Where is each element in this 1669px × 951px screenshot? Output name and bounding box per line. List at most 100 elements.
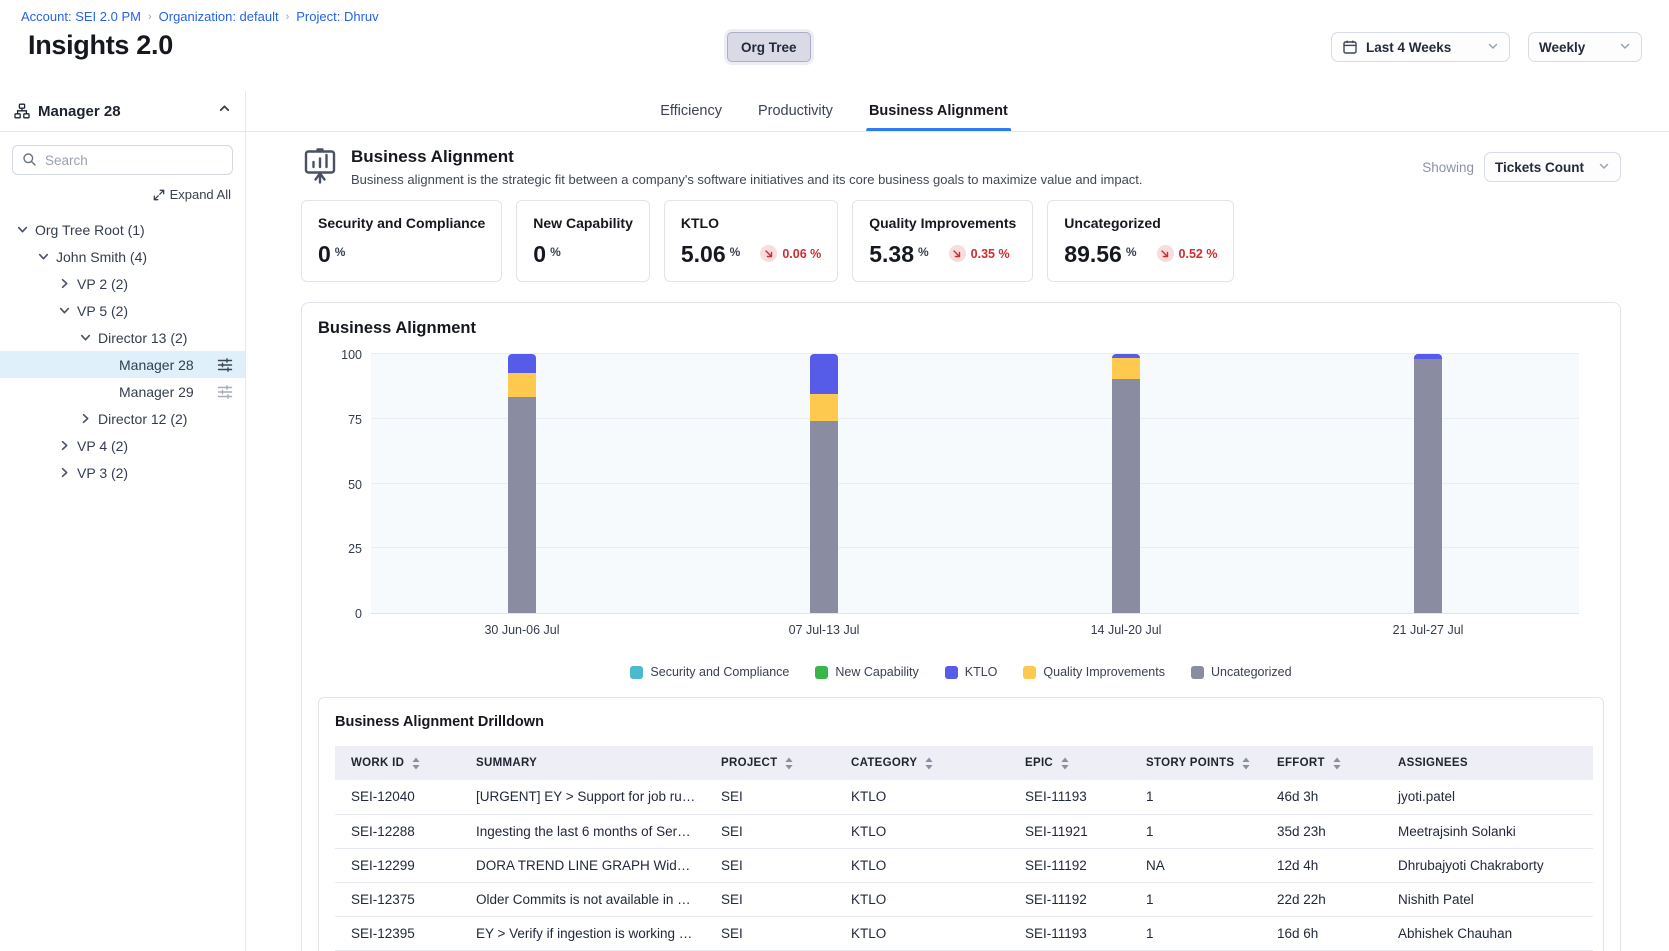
column-header-inner: EPIC [1025, 757, 1122, 770]
gridline [371, 547, 1579, 548]
column-header-label: SUMMARY [476, 757, 537, 769]
chevron-down-icon[interactable] [35, 249, 51, 265]
chevron-up-icon[interactable] [218, 102, 231, 120]
metric-delta-badge: 0.06 % [760, 242, 821, 262]
sort-icon [1060, 757, 1070, 770]
tab-productivity[interactable]: Productivity [755, 91, 836, 131]
tree-item-manager-29[interactable]: Manager 29 [0, 378, 245, 405]
tree-item-label: VP 2 (2) [77, 276, 128, 292]
table-cell: Older Commits is not available in SEI - … [460, 882, 705, 916]
filter-sliders-icon[interactable] [217, 357, 233, 373]
bar-segment-ktlo [1112, 354, 1140, 358]
table-cell: KTLO [835, 780, 1009, 814]
tree-item-label: VP 3 (2) [77, 465, 128, 481]
table-cell: SEI-12375 [335, 882, 460, 916]
x-axis-tick-label: 14 Jul-20 Jul [1091, 623, 1162, 637]
column-header-work-id[interactable]: WORK ID [335, 746, 460, 780]
org-hierarchy-icon [14, 103, 30, 119]
metric-value: 5.06 [681, 242, 726, 266]
tree-item-manager-28[interactable]: Manager 28 [0, 351, 245, 378]
legend-item-quality-improvements: Quality Improvements [1023, 665, 1165, 679]
table-cell: SEI-11921 [1009, 814, 1130, 848]
table-cell: 1 [1130, 916, 1261, 950]
legend-swatch [815, 666, 828, 679]
column-header-label: WORK ID [351, 757, 404, 769]
table-header-row: WORK ID SUMMARY PROJECT CATEGORY EPIC STORY P… [335, 746, 1593, 780]
gridline [371, 353, 1579, 354]
bar-segment-quality-improvements [508, 373, 536, 396]
date-range-select[interactable]: Last 4 Weeks [1331, 32, 1510, 62]
y-axis-tick-label: 75 [322, 413, 362, 427]
metric-card-value-row: 0% [533, 242, 633, 266]
table-cell: Dhrubajyoti Chakraborty [1382, 848, 1593, 882]
breadcrumb-link[interactable]: Organization: default [159, 9, 279, 24]
expand-all-button[interactable]: Expand All [0, 175, 245, 208]
tree-item-vp-2-2-[interactable]: VP 2 (2) [0, 270, 245, 297]
bar-segment-ktlo [810, 354, 838, 394]
chevron-down-icon[interactable] [14, 222, 30, 238]
column-header-label: PROJECT [721, 757, 777, 769]
metric-unit: % [918, 242, 929, 259]
tab-business-alignment[interactable]: Business Alignment [866, 91, 1011, 131]
table-cell: jyoti.patel [1382, 780, 1593, 814]
chevron-right-icon[interactable] [56, 465, 72, 481]
column-header-epic[interactable]: EPIC [1009, 746, 1130, 780]
tree-indent [98, 357, 114, 373]
tree-item-vp-5-2-[interactable]: VP 5 (2) [0, 297, 245, 324]
column-header-label: STORY POINTS [1146, 757, 1234, 769]
table-cell: 1 [1130, 814, 1261, 848]
table-cell: KTLO [835, 848, 1009, 882]
tree-item-vp-4-2-[interactable]: VP 4 (2) [0, 432, 245, 459]
chevron-down-icon[interactable] [77, 330, 93, 346]
metric-card-new-capability: New Capability0% [516, 200, 650, 282]
chevron-right-icon[interactable] [77, 411, 93, 427]
filter-sliders-icon[interactable] [217, 384, 233, 400]
chart-legend: Security and ComplianceNew CapabilityKTL… [318, 665, 1604, 679]
breadcrumb-link[interactable]: Project: Dhruv [296, 9, 378, 24]
chevron-right-icon[interactable] [56, 438, 72, 454]
tree-item-john-smith-4-[interactable]: John Smith (4) [0, 243, 245, 270]
column-header-story-points[interactable]: STORY POINTS [1130, 746, 1261, 780]
chevron-down-icon[interactable] [56, 303, 72, 319]
column-header-label: EFFORT [1277, 757, 1325, 769]
org-tree-button[interactable]: Org Tree [727, 32, 811, 62]
showing-select[interactable]: Tickets Count [1484, 152, 1621, 182]
search-input[interactable] [12, 145, 233, 175]
breadcrumb-link[interactable]: Account: SEI 2.0 PM [21, 9, 141, 24]
table-cell: NA [1130, 848, 1261, 882]
chevron-right-icon[interactable] [56, 276, 72, 292]
trend-down-arrow-icon [760, 245, 777, 262]
column-header-effort[interactable]: EFFORT [1261, 746, 1382, 780]
legend-swatch [1191, 666, 1204, 679]
column-header-project[interactable]: PROJECT [705, 746, 835, 780]
metric-card-title: Quality Improvements [869, 215, 1016, 231]
sidebar: Manager 28 Expand All Org Tree Root (1) J… [0, 91, 246, 951]
tree-item-vp-3-2-[interactable]: VP 3 (2) [0, 459, 245, 486]
table-cell: Meetrajsinh Solanki [1382, 814, 1593, 848]
tree-item-director-12-2-[interactable]: Director 12 (2) [0, 405, 245, 432]
tree-item-label: Manager 28 [119, 357, 194, 373]
chart-plot: 0255075100 [371, 354, 1579, 614]
tab-efficiency[interactable]: Efficiency [657, 91, 725, 131]
y-axis-tick-label: 25 [322, 542, 362, 556]
tree-item-director-13-2-[interactable]: Director 13 (2) [0, 324, 245, 351]
stacked-bar [810, 354, 838, 613]
column-header-inner: SUMMARY [476, 757, 697, 769]
tree-item-org-tree-root-1-[interactable]: Org Tree Root (1) [0, 216, 245, 243]
column-header-assignees: ASSIGNEES [1382, 746, 1593, 780]
column-header-category[interactable]: CATEGORY [835, 746, 1009, 780]
metric-card-value-row: 5.06%0.06 % [681, 242, 821, 266]
metric-card-quality-improvements: Quality Improvements5.38%0.35 % [852, 200, 1033, 282]
expand-all-label: Expand All [170, 187, 231, 202]
metric-delta-badge: 0.35 % [949, 242, 1010, 262]
granularity-select[interactable]: Weekly [1528, 32, 1642, 62]
page-title: Insights 2.0 [28, 30, 173, 61]
tree-item-label: Director 13 (2) [98, 330, 187, 346]
expand-icon [153, 189, 165, 201]
table-cell: 22d 22h [1261, 882, 1382, 916]
table-cell: SEI-11193 [1009, 780, 1130, 814]
tree-item-label: Org Tree Root (1) [35, 222, 145, 238]
table-cell: 12d 4h [1261, 848, 1382, 882]
tree-item-label: VP 4 (2) [77, 438, 128, 454]
table-body: SEI-12040[URGENT] EY > Support for job r… [335, 780, 1593, 950]
